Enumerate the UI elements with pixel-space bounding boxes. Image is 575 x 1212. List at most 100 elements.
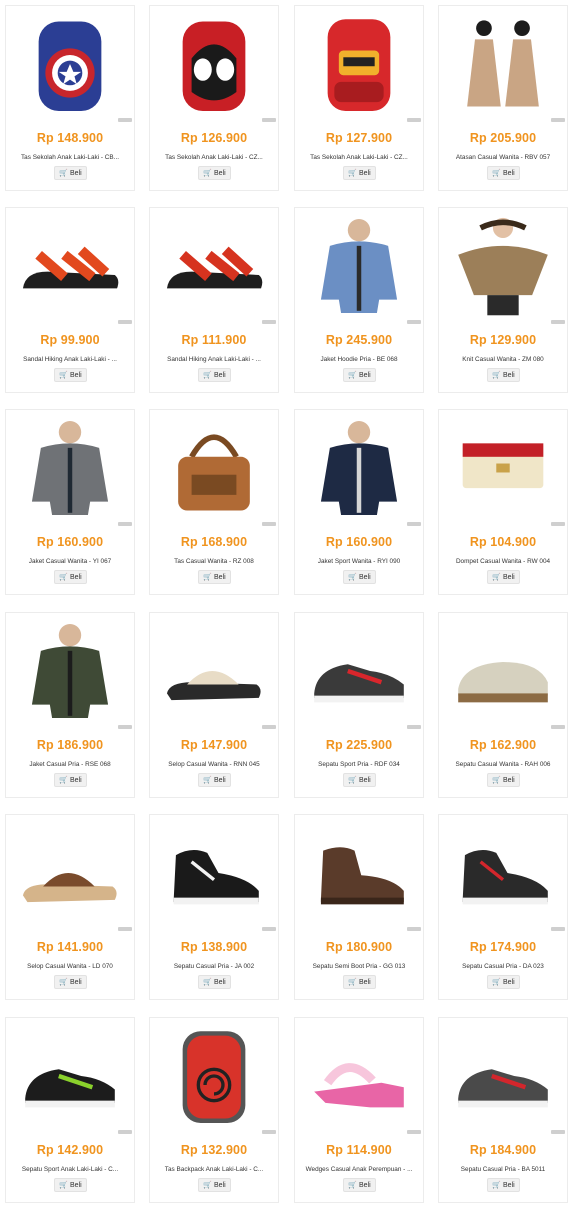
- buy-button[interactable]: 🛒 Beli: [487, 1178, 520, 1192]
- product-name[interactable]: Sepatu Semi Boot Pria - GG 013: [301, 963, 417, 970]
- buy-button[interactable]: 🛒 Beli: [487, 773, 520, 787]
- product-image[interactable]: [150, 613, 278, 733]
- buy-button[interactable]: 🛒 Beli: [487, 166, 520, 180]
- buy-button[interactable]: 🛒 Beli: [54, 1178, 87, 1192]
- product-card[interactable]: Rp 162.900 Sepatu Casual Wanita - RAH 00…: [438, 612, 568, 798]
- product-name[interactable]: Dompet Casual Wanita - RW 004: [445, 558, 561, 565]
- product-name[interactable]: Sepatu Casual Pria - JA 002: [156, 963, 272, 970]
- cart-icon: 🛒: [203, 371, 213, 379]
- product-card[interactable]: Rp 114.900 Wedges Casual Anak Perempuan …: [294, 1017, 424, 1203]
- product-card[interactable]: Rp 147.900 Selop Casual Wanita - RNN 045…: [149, 612, 279, 798]
- product-card[interactable]: Rp 148.900 Tas Sekolah Anak Laki-Laki - …: [5, 5, 135, 191]
- product-card[interactable]: Rp 160.900 Jaket Casual Wanita - YI 067 …: [5, 409, 135, 595]
- buy-button[interactable]: 🛒 Beli: [487, 368, 520, 382]
- product-image[interactable]: [6, 410, 134, 530]
- product-name[interactable]: Sepatu Casual Wanita - RAH 006: [445, 761, 561, 768]
- product-image[interactable]: [295, 208, 423, 328]
- buy-button[interactable]: 🛒 Beli: [54, 975, 87, 989]
- product-name[interactable]: Selop Casual Wanita - LD 070: [12, 963, 128, 970]
- product-name[interactable]: Wedges Casual Anak Perempuan - ...: [301, 1166, 417, 1173]
- buy-button[interactable]: 🛒 Beli: [54, 570, 87, 584]
- product-card[interactable]: Rp 184.900 Sepatu Casual Pria - BA 5011 …: [438, 1017, 568, 1203]
- product-card[interactable]: Rp 180.900 Sepatu Semi Boot Pria - GG 01…: [294, 814, 424, 1000]
- product-card[interactable]: Rp 160.900 Jaket Sport Wanita - RYI 090 …: [294, 409, 424, 595]
- product-image[interactable]: [6, 208, 134, 328]
- product-name[interactable]: Tas Backpack Anak Laki-Laki - C...: [156, 1166, 272, 1173]
- product-image[interactable]: [439, 410, 567, 530]
- product-image[interactable]: [439, 1018, 567, 1138]
- product-card[interactable]: Rp 141.900 Selop Casual Wanita - LD 070 …: [5, 814, 135, 1000]
- product-name[interactable]: Selop Casual Wanita - RNN 045: [156, 761, 272, 768]
- product-card[interactable]: Rp 142.900 Sepatu Sport Anak Laki-Laki -…: [5, 1017, 135, 1203]
- product-image[interactable]: [150, 1018, 278, 1138]
- product-name[interactable]: Tas Sekolah Anak Laki-Laki - CB...: [12, 154, 128, 161]
- product-image[interactable]: [439, 6, 567, 126]
- product-name[interactable]: Atasan Casual Wanita - RBV 057: [445, 154, 561, 161]
- product-image[interactable]: [6, 613, 134, 733]
- product-image[interactable]: [150, 815, 278, 935]
- product-image[interactable]: [295, 6, 423, 126]
- buy-label: Beli: [503, 573, 515, 581]
- product-image[interactable]: [295, 1018, 423, 1138]
- product-card[interactable]: Rp 126.900 Tas Sekolah Anak Laki-Laki - …: [149, 5, 279, 191]
- product-image[interactable]: [439, 613, 567, 733]
- product-name[interactable]: Sandal Hiking Anak Laki-Laki - ...: [12, 356, 128, 363]
- product-name[interactable]: Sepatu Casual Pria - BA 5011: [445, 1166, 561, 1173]
- product-card[interactable]: Rp 99.900 Sandal Hiking Anak Laki-Laki -…: [5, 207, 135, 393]
- product-card[interactable]: Rp 132.900 Tas Backpack Anak Laki-Laki -…: [149, 1017, 279, 1203]
- product-name[interactable]: Jaket Sport Wanita - RYI 090: [301, 558, 417, 565]
- product-card[interactable]: Rp 225.900 Sepatu Sport Pria - RDF 034 🛒…: [294, 612, 424, 798]
- product-price: Rp 160.900: [325, 535, 393, 549]
- product-card[interactable]: Rp 104.900 Dompet Casual Wanita - RW 004…: [438, 409, 568, 595]
- buy-button[interactable]: 🛒 Beli: [198, 1178, 231, 1192]
- product-card[interactable]: Rp 186.900 Jaket Casual Pria - RSE 068 🛒…: [5, 612, 135, 798]
- product-image[interactable]: [6, 815, 134, 935]
- product-card[interactable]: Rp 129.900 Knit Casual Wanita - ZM 080 🛒…: [438, 207, 568, 393]
- buy-button[interactable]: 🛒 Beli: [343, 166, 376, 180]
- product-name[interactable]: Knit Casual Wanita - ZM 080: [445, 356, 561, 363]
- product-image[interactable]: [6, 6, 134, 126]
- product-name[interactable]: Sandal Hiking Anak Laki-Laki - ...: [156, 356, 272, 363]
- product-card[interactable]: Rp 205.900 Atasan Casual Wanita - RBV 05…: [438, 5, 568, 191]
- product-card[interactable]: Rp 174.900 Sepatu Casual Pria - DA 023 🛒…: [438, 814, 568, 1000]
- product-image[interactable]: [150, 6, 278, 126]
- product-card[interactable]: Rp 127.900 Tas Sekolah Anak Laki-Laki - …: [294, 5, 424, 191]
- product-name[interactable]: Tas Sekolah Anak Laki-Laki - CZ...: [301, 154, 417, 161]
- product-name[interactable]: Jaket Hoodie Pria - BE 068: [301, 356, 417, 363]
- buy-button[interactable]: 🛒 Beli: [198, 368, 231, 382]
- product-name[interactable]: Sepatu Sport Anak Laki-Laki - C...: [12, 1166, 128, 1173]
- buy-button[interactable]: 🛒 Beli: [198, 166, 231, 180]
- buy-button[interactable]: 🛒 Beli: [54, 773, 87, 787]
- product-image[interactable]: [439, 208, 567, 328]
- product-name[interactable]: Tas Casual Wanita - RZ 008: [156, 558, 272, 565]
- buy-button[interactable]: 🛒 Beli: [198, 773, 231, 787]
- buy-button[interactable]: 🛒 Beli: [54, 166, 87, 180]
- watermark-tag: [551, 118, 565, 122]
- product-image[interactable]: [150, 410, 278, 530]
- product-name[interactable]: Jaket Casual Pria - RSE 068: [12, 761, 128, 768]
- buy-button[interactable]: 🛒 Beli: [343, 368, 376, 382]
- buy-button[interactable]: 🛒 Beli: [343, 570, 376, 584]
- product-card[interactable]: Rp 138.900 Sepatu Casual Pria - JA 002 🛒…: [149, 814, 279, 1000]
- product-name[interactable]: Jaket Casual Wanita - YI 067: [12, 558, 128, 565]
- product-image[interactable]: [295, 815, 423, 935]
- buy-button[interactable]: 🛒 Beli: [487, 975, 520, 989]
- product-image[interactable]: [150, 208, 278, 328]
- product-image[interactable]: [439, 815, 567, 935]
- product-name[interactable]: Tas Sekolah Anak Laki-Laki - CZ...: [156, 154, 272, 161]
- buy-button[interactable]: 🛒 Beli: [343, 1178, 376, 1192]
- product-card[interactable]: Rp 168.900 Tas Casual Wanita - RZ 008 🛒 …: [149, 409, 279, 595]
- product-name[interactable]: Sepatu Casual Pria - DA 023: [445, 963, 561, 970]
- product-name[interactable]: Sepatu Sport Pria - RDF 034: [301, 761, 417, 768]
- buy-button[interactable]: 🛒 Beli: [343, 773, 376, 787]
- product-card[interactable]: Rp 245.900 Jaket Hoodie Pria - BE 068 🛒 …: [294, 207, 424, 393]
- buy-button[interactable]: 🛒 Beli: [487, 570, 520, 584]
- product-image[interactable]: [295, 410, 423, 530]
- product-image[interactable]: [295, 613, 423, 733]
- buy-button[interactable]: 🛒 Beli: [198, 975, 231, 989]
- product-card[interactable]: Rp 111.900 Sandal Hiking Anak Laki-Laki …: [149, 207, 279, 393]
- buy-button[interactable]: 🛒 Beli: [198, 570, 231, 584]
- product-image[interactable]: [6, 1018, 134, 1138]
- buy-button[interactable]: 🛒 Beli: [343, 975, 376, 989]
- buy-button[interactable]: 🛒 Beli: [54, 368, 87, 382]
